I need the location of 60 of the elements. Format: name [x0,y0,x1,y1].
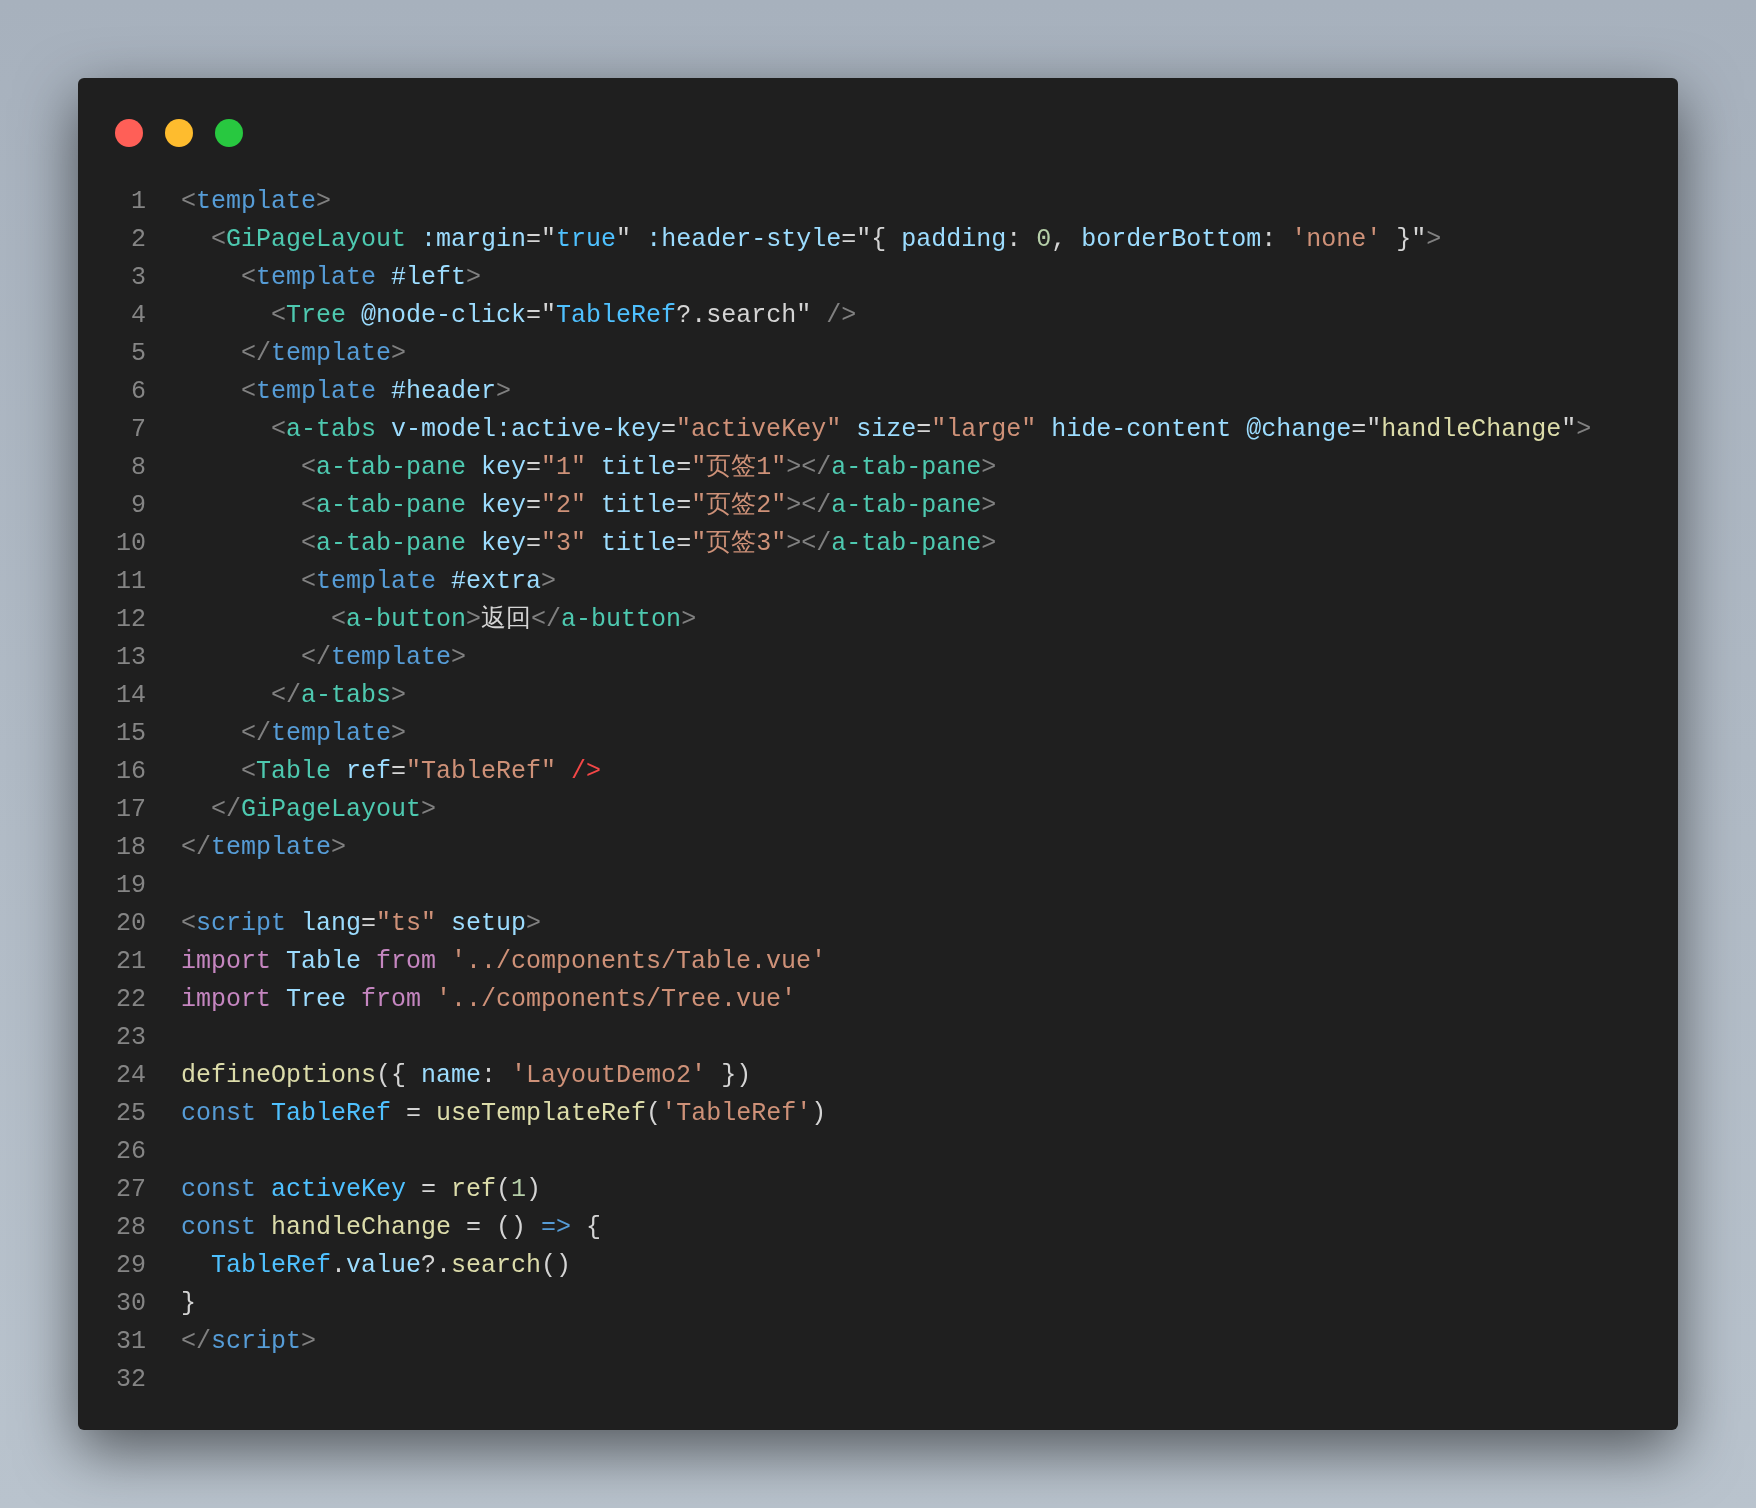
line-number: 31 [115,1326,146,1358]
code-line: </template> [240,338,407,370]
line-number: 6 [130,376,146,408]
code-line: TableRef.value?.search() [210,1250,572,1282]
line-number: 10 [115,528,146,560]
code-line: </template> [300,642,467,674]
line-number: 1 [130,186,146,218]
line-number: 23 [115,1022,146,1054]
line-number: 16 [115,756,146,788]
line-number: 2 [130,224,146,256]
code-line: <Tree @node-click="TableRef?.search" /> [270,300,857,332]
line-number: 5 [130,338,146,370]
line-number: 22 [115,984,146,1016]
line-number: 20 [115,908,146,940]
code-line: <template #header> [240,376,512,408]
line-number: 21 [115,946,146,978]
code-line: </template> [240,718,407,750]
line-number: 27 [115,1174,146,1206]
line-number: 25 [115,1098,146,1130]
line-number: 7 [130,414,146,446]
code-line: const activeKey = ref(1) [181,1174,542,1206]
code-line: <Table ref="TableRef" /> [240,756,602,788]
code-line: import Table from '../components/Table.vue' [181,946,827,978]
code-line: <a-tab-pane key="1" title="页签1"></a-tab-pane> [300,452,997,484]
code-line: <a-tab-pane key="3" title="页签3"></a-tab-pane> [300,528,997,560]
code-line: <a-button>返回</a-button> [330,604,697,636]
line-number: 12 [115,604,146,636]
line-number: 15 [115,718,146,750]
code-line: <a-tabs v-model:active-key="activeKey" size="large" hide-content @change="handleChange"> [270,414,1592,446]
line-number: 29 [115,1250,146,1282]
line-number: 24 [115,1060,146,1092]
code-line: </template> [181,832,347,864]
code-line: import Tree from '../components/Tree.vue' [181,984,797,1016]
code-line: </script> [181,1326,317,1358]
code-line: } [181,1288,196,1320]
code-line: defineOptions({ name: 'LayoutDemo2' }) [181,1060,752,1092]
line-number: 28 [115,1212,146,1244]
code-line: <template #left> [240,262,482,294]
line-number: 26 [115,1136,146,1168]
line-number: 3 [130,262,146,294]
code-line: <a-tab-pane key="2" title="页签2"></a-tab-pane> [300,490,997,522]
code-line: </a-tabs> [270,680,407,712]
code-line: const TableRef = useTemplateRef('TableRef') [181,1098,827,1130]
code-line: <template #extra> [300,566,557,598]
line-number: 11 [115,566,146,598]
line-number: 14 [115,680,146,712]
code-line: <GiPageLayout :margin="true" :header-style="{ padding: 0, borderBottom: 'none' }"> [210,224,1442,256]
line-number: 18 [115,832,146,864]
code-line: </GiPageLayout> [210,794,437,826]
line-number: 30 [115,1288,146,1320]
line-number: 32 [115,1364,146,1396]
code-line: <script lang="ts" setup> [181,908,542,940]
line-number: 13 [115,642,146,674]
line-number: 9 [130,490,146,522]
line-number: 8 [130,452,146,484]
line-number: 4 [130,300,146,332]
line-number: 17 [115,794,146,826]
code-line: <template> [181,186,332,218]
line-number: 19 [115,870,146,902]
code-line: const handleChange = () => { [181,1212,602,1244]
